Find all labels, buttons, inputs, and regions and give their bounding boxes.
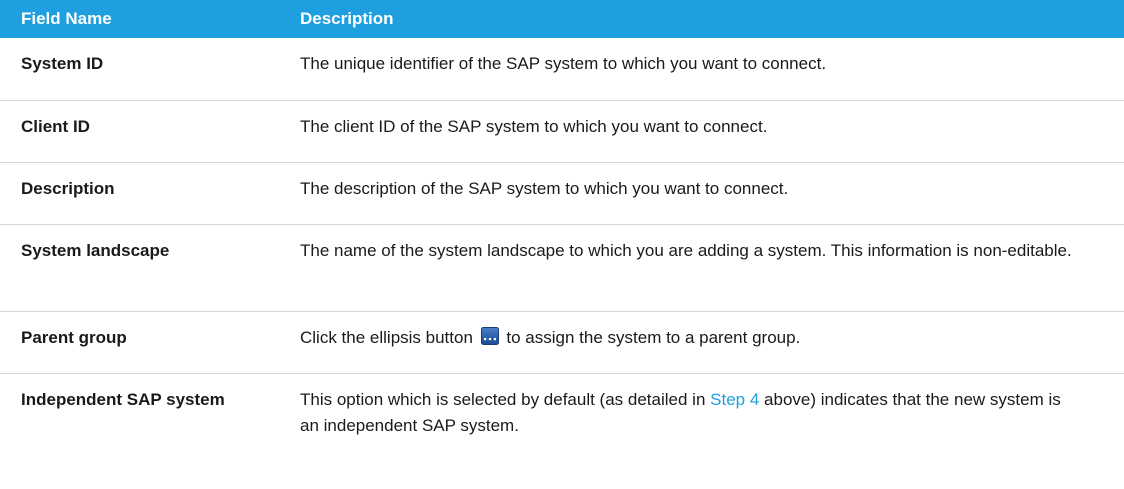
description-cell: The description of the SAP system to whi… [292,162,1124,225]
description-cell: The name of the system landscape to whic… [292,224,1124,312]
field-name-column-header: Field Name [0,0,292,38]
field-name-cell: System ID [0,38,292,101]
table-row: Description The description of the SAP s… [0,162,1124,225]
field-name-cell: Parent group [0,311,292,374]
field-name-cell: Client ID [0,100,292,163]
table-row: System ID The unique identifier of the S… [0,38,1124,101]
description-cell: This option which is selected by default… [292,374,1124,463]
description-text-before: Click the ellipsis button [300,328,473,347]
step-4-link[interactable]: Step 4 [710,390,759,409]
description-text-before: This option which is selected by default… [300,390,706,409]
description-cell: Click the ellipsis button to assign the … [292,311,1124,374]
table-row: Independent SAP system This option which… [0,374,1124,463]
description-column-header: Description [292,0,1124,38]
table-row: Parent group Click the ellipsis button t… [0,311,1124,374]
table-row: Client ID The client ID of the SAP syste… [0,100,1124,163]
field-name-cell: System landscape [0,224,292,312]
ellipsis-button-icon [480,327,499,345]
field-description-table: Field Name Description System ID The uni… [0,0,1124,462]
description-text-after: to assign the system to a parent group. [506,328,801,347]
field-name-cell: Description [0,162,292,225]
description-cell: The unique identifier of the SAP system … [292,38,1124,101]
field-name-cell: Independent SAP system [21,390,225,409]
description-cell: The client ID of the SAP system to which… [292,100,1124,163]
table-row: System landscape The name of the system … [0,224,1124,312]
table-header-row: Field Name Description [0,0,1124,38]
